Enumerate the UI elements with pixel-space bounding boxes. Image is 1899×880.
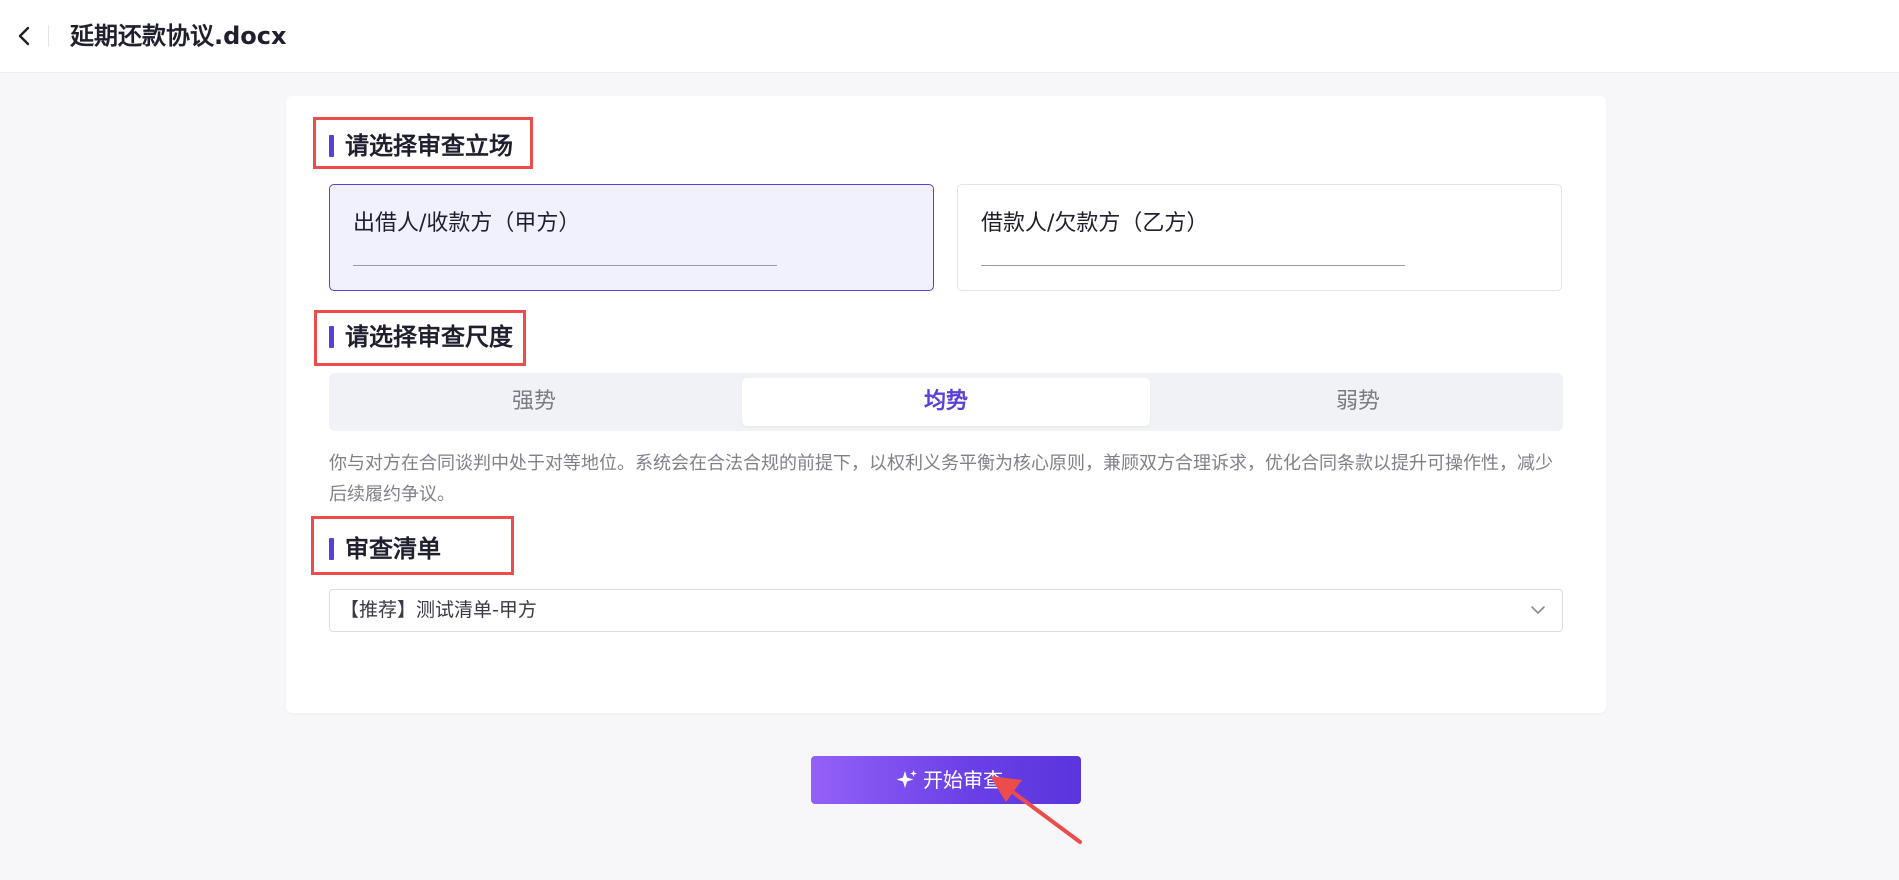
start-review-button[interactable]: 开始审查: [811, 756, 1081, 804]
scale-segmented-control: 强势 均势 弱势: [329, 373, 1563, 431]
scale-option-weak[interactable]: 弱势: [1158, 378, 1558, 426]
checklist-select-value: 【推荐】测试清单-甲方: [340, 599, 537, 621]
back-button[interactable]: [14, 22, 36, 50]
section-title-checklist-text: 审查清单: [345, 535, 441, 563]
stance-option-underline: [981, 265, 1405, 266]
checklist-select[interactable]: 【推荐】测试清单-甲方: [329, 589, 1563, 632]
scale-description: 你与对方在合同谈判中处于对等地位。系统会在合法合规的前提下，以权利义务平衡为核心…: [329, 453, 1553, 505]
section-accent-bar: [329, 326, 334, 348]
section-accent-bar: [329, 538, 334, 560]
review-settings-card: 请选择审查立场 出借人/收款方（甲方） 借款人/欠款方（乙方） 请选择审查尺度 …: [286, 96, 1606, 713]
chevron-down-icon: [1531, 606, 1545, 614]
header-divider: [48, 25, 49, 47]
stance-option-underline: [353, 265, 777, 266]
section-title-stance-text: 请选择审查立场: [345, 132, 513, 160]
section-title-scale-text: 请选择审查尺度: [345, 323, 513, 351]
section-accent-bar: [329, 135, 334, 157]
scale-option-strong[interactable]: 强势: [334, 378, 734, 426]
stance-option-lender[interactable]: 出借人/收款方（甲方）: [329, 184, 934, 291]
section-title-stance: 请选择审查立场: [329, 130, 513, 162]
section-title-checklist: 审查清单: [329, 533, 441, 565]
chevron-left-icon: [18, 26, 30, 46]
sparkle-icon: [896, 770, 917, 788]
document-title: 延期还款协议.docx: [70, 22, 287, 50]
stance-option-borrower[interactable]: 借款人/欠款方（乙方）: [957, 184, 1562, 291]
top-bar: 延期还款协议.docx: [0, 0, 1899, 73]
stance-option-lender-label: 出借人/收款方（甲方）: [353, 211, 581, 236]
scale-option-balanced[interactable]: 均势: [742, 378, 1150, 426]
section-title-scale: 请选择审查尺度: [329, 321, 513, 353]
start-review-button-label: 开始审查: [923, 768, 1003, 792]
stance-option-borrower-label: 借款人/欠款方（乙方）: [981, 211, 1209, 236]
